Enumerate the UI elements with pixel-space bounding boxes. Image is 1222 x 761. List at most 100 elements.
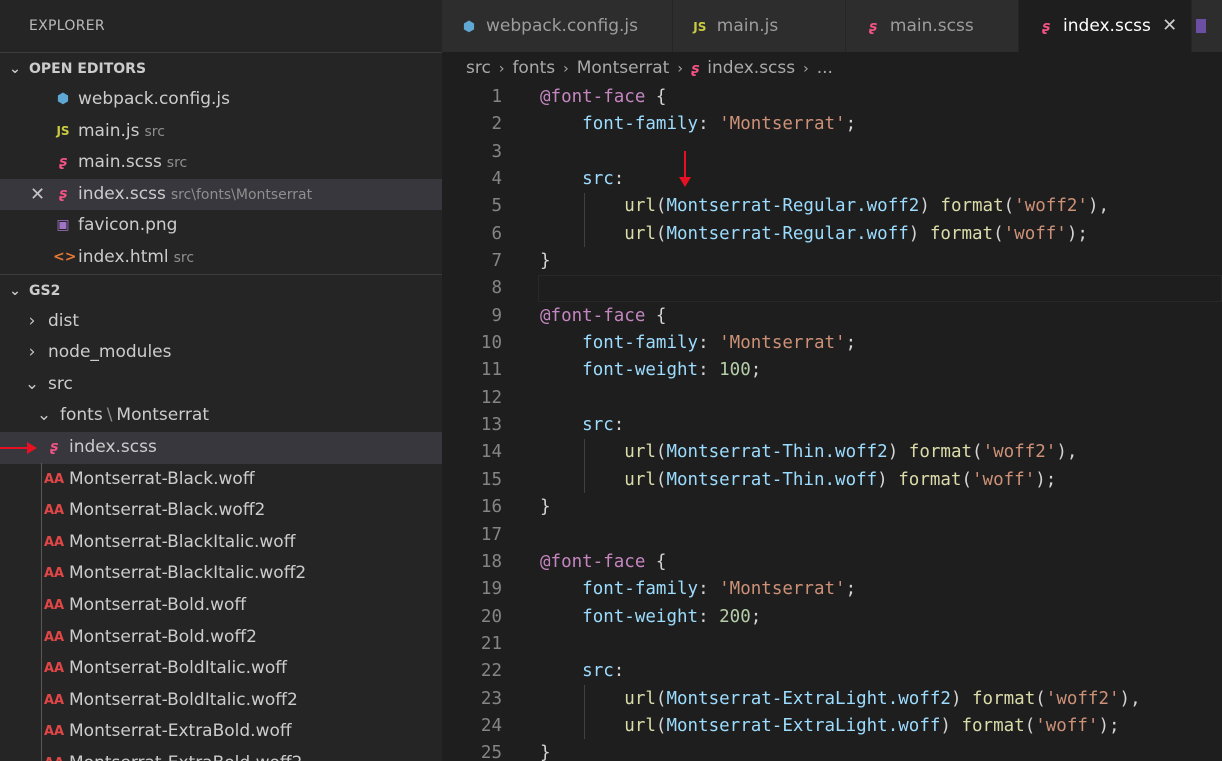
code-line[interactable]: 9 @font-face { bbox=[442, 303, 1222, 330]
code-line[interactable]: 10 font-family: 'Montserrat'; bbox=[442, 330, 1222, 357]
tab-label: main.scss bbox=[889, 16, 974, 36]
file-name: Montserrat-Black.woff2 bbox=[69, 500, 266, 521]
code-line[interactable]: 8 bbox=[442, 275, 1222, 303]
close-icon[interactable]: ✕ bbox=[1162, 0, 1177, 52]
file-item[interactable]: AA Montserrat-Bold.woff bbox=[0, 590, 442, 622]
sass-icon: ʂ bbox=[58, 185, 68, 202]
file-item[interactable]: AA Montserrat-ExtraBold.woff2 bbox=[0, 748, 442, 761]
code-line[interactable]: 18 @font-face { bbox=[442, 549, 1222, 576]
code-line[interactable]: 15 url(Montserrat-Thin.woff) format('wof… bbox=[442, 467, 1222, 494]
file-item[interactable]: AA Montserrat-Bold.woff2 bbox=[0, 622, 442, 654]
tab-label: index.scss bbox=[1063, 16, 1151, 36]
file-item-active[interactable]: ʂ index.scss bbox=[0, 431, 442, 464]
code-text: @font-face { bbox=[540, 551, 667, 572]
code-text: url(Montserrat-Thin.woff) format('woff')… bbox=[624, 469, 1057, 490]
code-line[interactable]: 19 font-family: 'Montserrat'; bbox=[442, 576, 1222, 603]
code-line[interactable]: 14 url(Montserrat-Thin.woff2) format('wo… bbox=[442, 439, 1222, 466]
breadcrumb-item[interactable]: fonts bbox=[512, 58, 555, 78]
file-item[interactable]: AA Montserrat-Black.woff bbox=[0, 464, 442, 496]
chevron-right-icon: › bbox=[28, 342, 36, 363]
open-editor-item[interactable]: ʂ main.scss src bbox=[0, 147, 442, 179]
sass-icon: ʂ bbox=[1041, 19, 1051, 35]
chevron-down-icon: ⌄ bbox=[9, 282, 21, 299]
code-line[interactable]: 4 src: bbox=[442, 166, 1222, 193]
file-item[interactable]: AA Montserrat-BlackItalic.woff2 bbox=[0, 558, 442, 590]
workspace-header[interactable]: ⌄ GS2 bbox=[0, 273, 442, 306]
code-line[interactable]: 7} bbox=[442, 248, 1222, 275]
breadcrumb-item[interactable]: Montserrat bbox=[577, 58, 670, 78]
chevron-down-icon: ⌄ bbox=[36, 405, 52, 426]
code-line[interactable]: 17 bbox=[442, 522, 1222, 549]
open-editor-item[interactable]: JS main.js src bbox=[0, 116, 442, 148]
code-line[interactable]: 20 font-weight: 200; bbox=[442, 604, 1222, 631]
open-editor-item[interactable]: <>index.html src bbox=[0, 242, 442, 274]
code-text: @font-face { bbox=[540, 87, 667, 107]
folder-fonts-montserrat[interactable]: ⌄ fonts \ Montserrat bbox=[0, 400, 442, 432]
code-line[interactable]: 3 bbox=[442, 139, 1222, 166]
code-line[interactable]: 24 url(Montserrat-ExtraLight.woff) forma… bbox=[442, 713, 1222, 740]
open-editor-item-active[interactable]: ✕ ʂ index.scss src\fonts\Montserrat bbox=[0, 178, 442, 211]
open-editors-header[interactable]: ⌄ OPEN EDITORS bbox=[0, 52, 442, 84]
code-text: @font-face { bbox=[540, 305, 667, 326]
explorer-title: EXPLORER bbox=[29, 18, 105, 34]
code-line[interactable]: 11 font-weight: 100; bbox=[442, 357, 1222, 384]
code-line[interactable]: 5 url(Montserrat-Regular.woff2) format('… bbox=[442, 193, 1222, 220]
tab-webpack-config[interactable]: ⬢ webpack.config.js bbox=[442, 0, 673, 52]
code-line[interactable]: 25} bbox=[442, 740, 1222, 761]
tab-index-scss[interactable]: ʂ index.scss ✕ bbox=[1019, 0, 1193, 52]
line-number: 6 bbox=[491, 223, 502, 244]
tab-main-js[interactable]: JS main.js bbox=[672, 0, 846, 52]
file-name: Montserrat-BlackItalic.woff2 bbox=[69, 563, 307, 584]
code-line[interactable]: 13 src: bbox=[442, 412, 1222, 439]
folder-node-modules[interactable]: › node_modules bbox=[0, 337, 442, 369]
line-number: 19 bbox=[480, 579, 502, 600]
tab-overflow[interactable] bbox=[1192, 0, 1222, 52]
chevron-right-icon: › bbox=[563, 61, 569, 77]
tab-label: main.js bbox=[716, 16, 779, 36]
indent-guide bbox=[41, 463, 42, 761]
open-editor-item[interactable]: ▣ favicon.png bbox=[0, 210, 442, 242]
open-editor-name: index.html bbox=[78, 246, 169, 267]
file-item[interactable]: AA Montserrat-BoldItalic.woff bbox=[0, 653, 442, 685]
editor-tabs: ⬢ webpack.config.js JS main.js ʂ main.scss … bbox=[442, 0, 1222, 52]
code-editor[interactable]: 1 @font-face {2 font-family: 'Montserrat'… bbox=[442, 84, 1222, 761]
code-line[interactable]: 21 bbox=[442, 631, 1222, 658]
html-icon: <> bbox=[53, 248, 77, 265]
line-number: 8 bbox=[491, 278, 502, 299]
open-editor-name: main.js bbox=[78, 120, 140, 141]
code-lines: 1 @font-face {2 font-family: 'Montserrat'… bbox=[442, 84, 1222, 761]
code-line[interactable]: 2 font-family: 'Montserrat'; bbox=[442, 111, 1222, 138]
open-editor-name: favicon.png bbox=[78, 215, 178, 236]
file-item[interactable]: AA Montserrat-ExtraBold.woff bbox=[0, 716, 442, 748]
breadcrumb-item[interactable]: ... bbox=[817, 58, 833, 78]
code-line[interactable]: 1 @font-face { bbox=[442, 84, 1222, 111]
font-file-icon: AA bbox=[44, 661, 65, 677]
sass-icon: ʂ bbox=[49, 438, 59, 455]
folder-name: dist bbox=[48, 310, 80, 331]
line-number: 10 bbox=[480, 333, 502, 354]
breadcrumb-item[interactable]: src bbox=[466, 58, 491, 78]
line-number: 20 bbox=[480, 606, 502, 627]
annotation-arrow-right bbox=[0, 442, 37, 454]
annotation-arrow-down bbox=[679, 151, 691, 187]
file-item[interactable]: AA Montserrat-BlackItalic.woff bbox=[0, 527, 442, 559]
code-line[interactable]: 22 src: bbox=[442, 658, 1222, 685]
line-number: 12 bbox=[480, 387, 502, 408]
code-line[interactable]: 6 url(Montserrat-Regular.woff) format('w… bbox=[442, 221, 1222, 248]
folder-src[interactable]: ⌄ src bbox=[0, 369, 442, 401]
tab-main-scss[interactable]: ʂ main.scss bbox=[845, 0, 1020, 52]
code-line[interactable]: 16} bbox=[442, 494, 1222, 521]
image-icon: ▣ bbox=[56, 217, 70, 234]
code-line[interactable]: 12 bbox=[442, 385, 1222, 412]
font-file-icon: AA bbox=[44, 724, 65, 740]
file-name: Montserrat-BoldItalic.woff2 bbox=[69, 689, 298, 710]
code-line[interactable]: 23 url(Montserrat-ExtraLight.woff2) form… bbox=[442, 686, 1222, 713]
close-icon[interactable]: ✕ bbox=[30, 179, 45, 211]
file-item[interactable]: AA Montserrat-Black.woff2 bbox=[0, 495, 442, 527]
file-item[interactable]: AA Montserrat-BoldItalic.woff2 bbox=[0, 685, 442, 717]
folder-dist[interactable]: › dist bbox=[0, 306, 442, 338]
open-editor-item[interactable]: ⬢ webpack.config.js bbox=[0, 84, 442, 116]
line-number: 15 bbox=[480, 469, 502, 490]
breadcrumb-item[interactable]: index.scss bbox=[707, 58, 795, 78]
js-icon: JS bbox=[56, 123, 70, 138]
